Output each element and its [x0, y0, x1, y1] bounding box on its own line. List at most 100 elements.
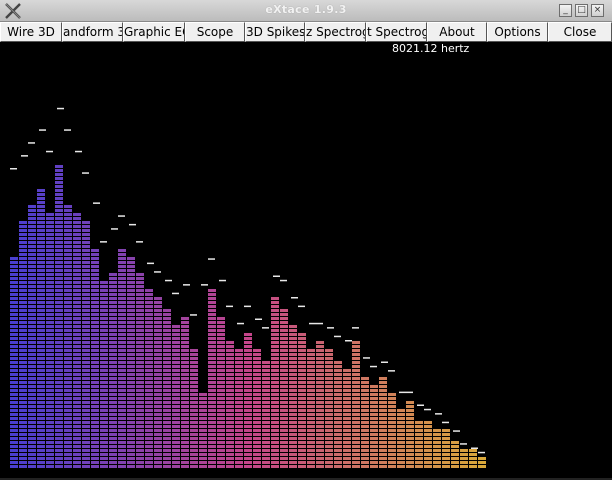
spectrum-bar: [280, 309, 288, 468]
peak-marker: [75, 150, 82, 153]
spectrum-bar: [352, 341, 360, 468]
spectrum-bar: [307, 349, 315, 468]
spectrum-bar: [379, 377, 387, 468]
spectrum-bar: [19, 221, 27, 468]
peak-marker: [183, 284, 190, 286]
peak-marker: [39, 129, 46, 131]
spectrum-bar: [64, 205, 72, 468]
peak-marker: [129, 223, 136, 226]
peak-marker: [100, 241, 107, 243]
spectrum-bar: [334, 361, 342, 468]
spectrum-bar: [109, 273, 117, 468]
spectrum-bar: [190, 349, 198, 468]
peak-marker: [399, 391, 406, 394]
spectrum-bar: [181, 317, 189, 468]
peak-marker: [316, 322, 323, 325]
peak-marker: [147, 262, 154, 265]
peak-marker: [46, 150, 53, 153]
peak-marker: [208, 258, 215, 260]
peak-marker: [363, 357, 370, 359]
spectrum-bar: [46, 213, 54, 468]
spectrum-bar: [388, 393, 396, 468]
peak-marker: [345, 340, 352, 342]
peak-marker: [219, 279, 226, 282]
peak-marker: [237, 322, 244, 325]
peak-marker: [118, 215, 125, 217]
spectrum-bar: [172, 325, 180, 468]
spectrum-bar: [235, 349, 243, 468]
peak-marker: [478, 451, 485, 454]
peak-marker: [201, 284, 208, 286]
spectrum-bar: [55, 165, 63, 468]
peak-marker: [435, 413, 442, 415]
spectrum-bar: [217, 317, 225, 468]
spectrum-bar: [361, 377, 369, 468]
peak-marker: [273, 275, 280, 277]
spectrum-bar: [406, 401, 414, 468]
spectrum-bar: [100, 281, 108, 468]
peak-marker: [327, 327, 334, 329]
peak-marker: [388, 370, 395, 372]
peak-marker: [93, 202, 100, 204]
peak-marker: [352, 327, 359, 329]
peak-marker: [165, 279, 172, 282]
peak-marker: [460, 443, 467, 445]
peak-marker: [64, 129, 71, 131]
spectrum-bar: [289, 325, 297, 468]
spectrum-bar: [253, 349, 261, 468]
peak-marker: [10, 168, 17, 170]
peak-marker: [82, 172, 89, 174]
spectrum-bar: [154, 297, 162, 468]
spectrum-bar: [136, 273, 144, 468]
peak-marker: [381, 361, 388, 363]
spectrum-bar: [91, 249, 99, 468]
spectrum-bar: [37, 189, 45, 468]
spectrum-bar: [343, 369, 351, 468]
spectrum-bar: [478, 457, 486, 468]
peak-marker: [111, 228, 118, 230]
peak-marker: [28, 142, 35, 144]
peak-marker: [255, 318, 262, 320]
spectrum-bar: [316, 341, 324, 468]
peak-marker: [471, 447, 478, 449]
spectrum-bar: [442, 429, 450, 468]
spectrum-bar: [163, 309, 171, 468]
peak-marker: [309, 322, 316, 325]
spectrum-bar: [208, 289, 216, 468]
peak-marker: [298, 305, 305, 308]
peak-marker: [262, 327, 269, 329]
spectrum-bar: [145, 289, 153, 468]
spectrum-bar: [325, 349, 333, 468]
peak-marker: [291, 297, 298, 299]
spectrum-bar: [460, 449, 468, 468]
peak-marker: [190, 314, 197, 316]
peak-marker: [57, 107, 64, 110]
spectrum-bar: [244, 333, 252, 468]
peak-marker: [21, 155, 28, 157]
peak-marker: [154, 271, 161, 273]
spectrum-bar: [28, 205, 36, 468]
extace-window: eXtace 1.9.3 _ □ × Wire 3D andform 3l Gr…: [0, 0, 612, 480]
spectrum-bar: [370, 385, 378, 468]
peak-marker: [334, 335, 341, 338]
spectrum-bar: [226, 341, 234, 468]
spectrum-bar: [298, 333, 306, 468]
frequency-readout: 8021.12 hertz: [392, 42, 470, 55]
spectrum-bar: [271, 297, 279, 468]
spectrum-bar: [118, 249, 126, 468]
spectrum-bar: [199, 393, 207, 468]
peak-marker: [370, 365, 377, 368]
peak-marker: [244, 305, 251, 308]
peak-marker: [453, 430, 460, 432]
spectrum-bar: [397, 409, 405, 468]
spectrum-bar: [451, 441, 459, 468]
spectrum-bar: [415, 421, 423, 468]
peak-marker: [172, 292, 179, 295]
spectrum-display[interactable]: [0, 0, 612, 480]
peak-marker: [280, 279, 287, 282]
peak-marker: [136, 241, 143, 243]
spectrum-bar: [127, 257, 135, 468]
peak-marker: [442, 421, 449, 424]
peak-marker: [417, 404, 424, 406]
peak-marker: [406, 391, 413, 394]
